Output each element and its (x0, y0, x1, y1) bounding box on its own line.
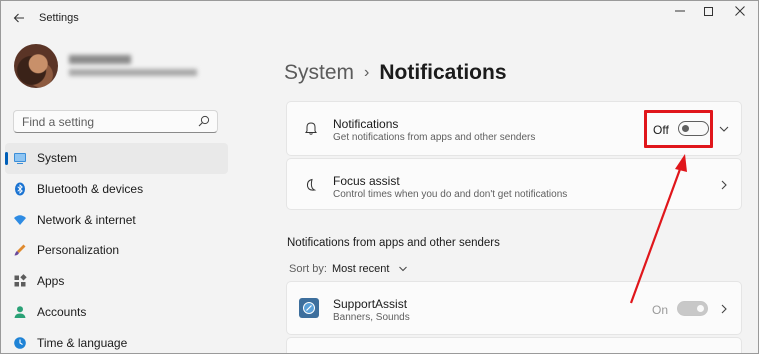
time-language-icon (14, 336, 26, 349)
card-subtitle: Control times when you do and don't get … (333, 189, 568, 200)
breadcrumb: System › Notifications (284, 61, 507, 85)
sidebar-item-label: System (37, 151, 78, 165)
sidebar-item-label: Accounts (37, 304, 87, 319)
back-button[interactable] (9, 9, 29, 27)
section-title: Notifications from apps and other sender… (287, 237, 500, 249)
moon-icon (306, 178, 317, 191)
app-name: SupportAssist (333, 297, 408, 311)
network-icon (14, 214, 26, 225)
back-arrow-icon (13, 13, 24, 23)
accounts-icon (14, 306, 26, 318)
chevron-right-icon[interactable] (718, 303, 730, 315)
supportassist-logo-icon (303, 302, 315, 314)
apps-icon (14, 274, 27, 287)
sidebar-item-label: Bluetooth & devices (37, 181, 144, 196)
user-email-blurred (69, 69, 197, 76)
page-title: Notifications (379, 61, 507, 84)
sidebar-item-accounts[interactable]: Accounts (5, 297, 228, 328)
annotation-arrow (629, 154, 687, 304)
sidebar-nav: System Bluetooth & devices Network & int… (5, 143, 228, 353)
chevron-down-icon[interactable] (398, 264, 408, 274)
user-name-blurred (69, 55, 131, 64)
sort-dropdown[interactable]: Sort by: Most recent (289, 263, 408, 275)
sort-value[interactable]: Most recent (332, 263, 389, 275)
sidebar-item-label: Personalization (37, 243, 120, 258)
supportassist-app-icon (299, 298, 319, 318)
app-notification-row[interactable] (286, 337, 742, 353)
sidebar-item-bluetooth[interactable]: Bluetooth & devices (5, 174, 228, 205)
card-title: Focus assist (333, 174, 400, 188)
title-bar: Settings (1, 1, 758, 35)
minimize-button[interactable] (666, 4, 694, 20)
sidebar-item-label: Time & language (37, 335, 128, 350)
sidebar-item-label: Apps (37, 274, 65, 289)
chevron-right-icon[interactable] (718, 179, 730, 191)
sidebar-item-personalization[interactable]: Personalization (5, 235, 228, 266)
app-title: Settings (39, 12, 79, 24)
toggle-knob (697, 305, 704, 312)
minimize-icon (675, 10, 685, 12)
sidebar-item-label: Network & internet (37, 212, 136, 227)
maximize-button[interactable] (694, 4, 722, 20)
bell-icon (305, 122, 317, 135)
chevron-down-icon[interactable] (718, 123, 730, 135)
sidebar-item-apps[interactable]: Apps (5, 266, 228, 297)
close-icon (735, 6, 745, 16)
search-input[interactable] (14, 111, 194, 132)
close-button[interactable] (726, 4, 754, 20)
search-box[interactable] (13, 110, 218, 133)
personalization-icon (14, 244, 26, 256)
maximize-icon (703, 7, 713, 16)
sidebar-item-system[interactable]: System (5, 143, 228, 174)
sidebar-item-time-language[interactable]: Time & language (5, 328, 228, 353)
bluetooth-icon (15, 182, 25, 196)
breadcrumb-separator: › (364, 64, 370, 81)
app-detail: Banners, Sounds (333, 312, 410, 323)
settings-window: Settings System (0, 0, 759, 354)
avatar[interactable] (14, 44, 58, 88)
search-icon[interactable] (197, 114, 211, 128)
sort-label: Sort by: (289, 263, 327, 275)
breadcrumb-parent[interactable]: System (284, 61, 354, 84)
card-subtitle: Get notifications from apps and other se… (333, 132, 536, 143)
sidebar-item-network[interactable]: Network & internet (5, 205, 228, 236)
card-title: Notifications (333, 117, 399, 131)
system-icon (14, 153, 26, 164)
